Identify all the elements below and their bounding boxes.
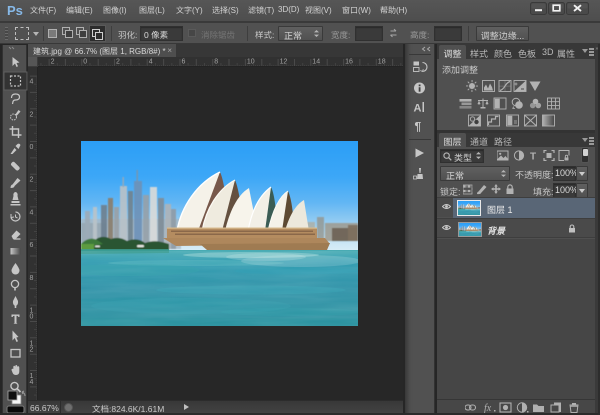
- svg-text:8: 8: [30, 275, 34, 282]
- svg-text:0: 0: [30, 144, 34, 151]
- svg-text:0: 0: [83, 59, 87, 66]
- svg-text:¶: ¶: [415, 120, 422, 134]
- svg-text:0: 0: [30, 314, 34, 321]
- svg-text:2: 2: [30, 111, 34, 118]
- svg-text:4: 4: [30, 379, 34, 386]
- svg-text:4: 4: [30, 79, 34, 86]
- svg-text:2: 2: [30, 346, 34, 353]
- svg-text:4: 4: [30, 209, 34, 216]
- svg-text:6: 6: [182, 59, 186, 66]
- svg-text:A: A: [414, 103, 422, 115]
- svg-text:2: 2: [116, 59, 120, 66]
- svg-text:8: 8: [214, 59, 218, 66]
- svg-text:6: 6: [30, 242, 34, 249]
- svg-text:T: T: [530, 152, 536, 162]
- svg-text:fx: fx: [484, 403, 492, 413]
- svg-text:2: 2: [51, 59, 55, 66]
- svg-text:4: 4: [149, 59, 153, 66]
- svg-text:2: 2: [30, 177, 34, 184]
